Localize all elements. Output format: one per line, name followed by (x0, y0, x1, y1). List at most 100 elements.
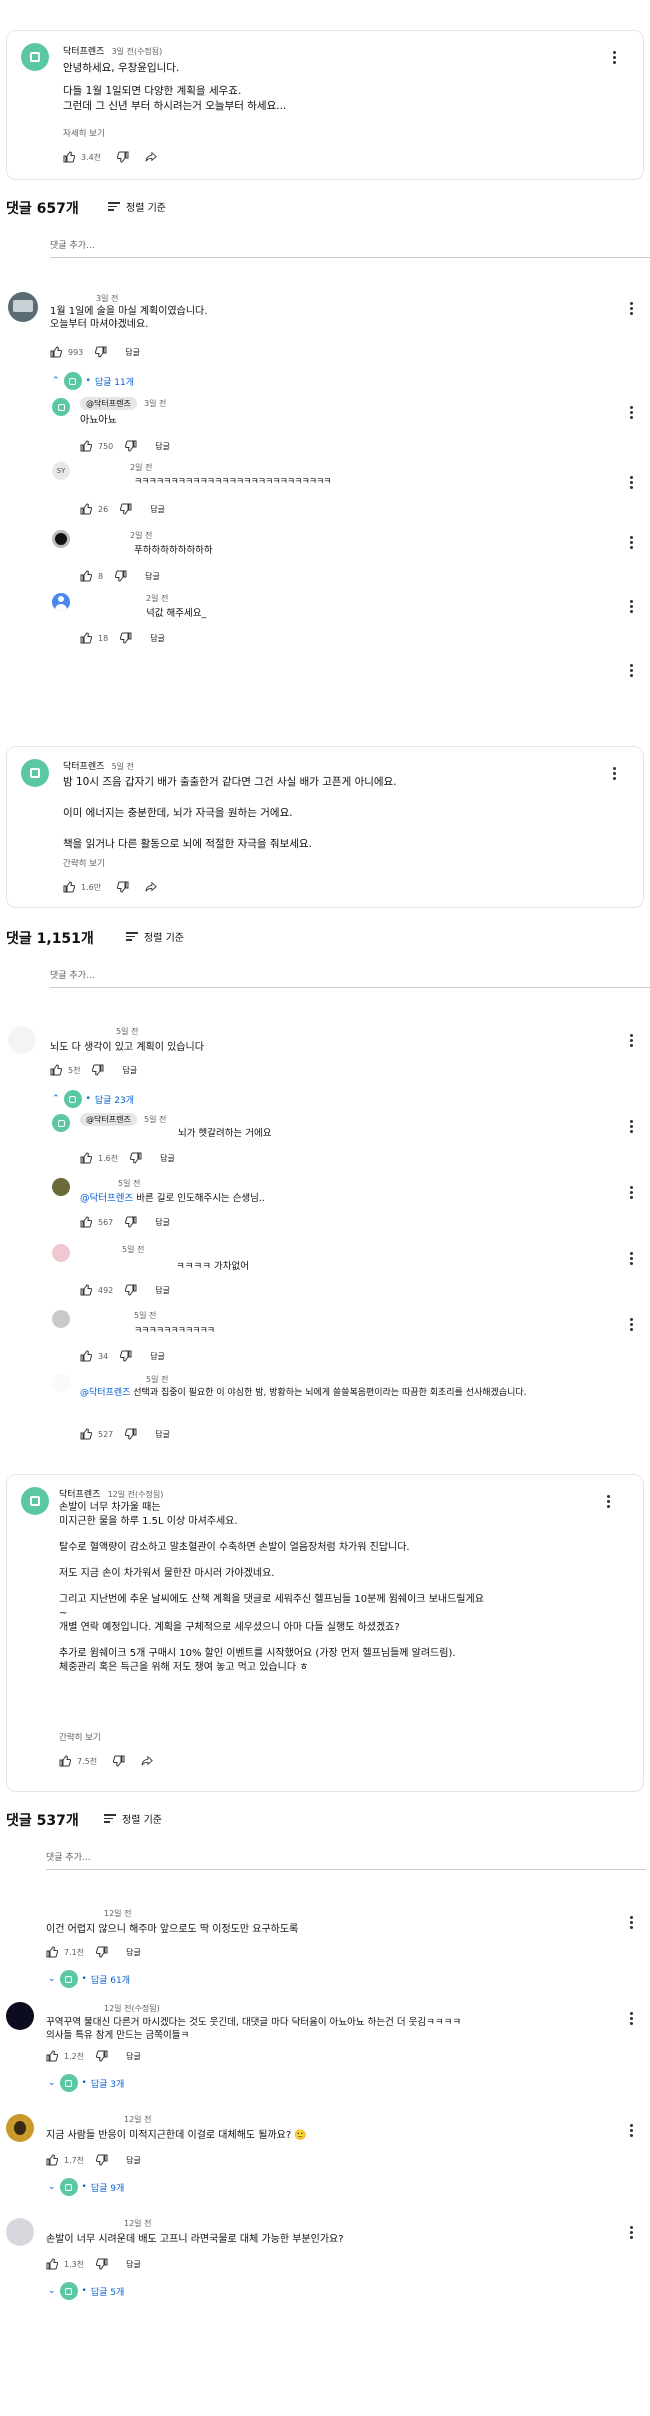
reply-button[interactable]: 답글 (155, 441, 170, 452)
like-icon[interactable] (50, 1064, 63, 1076)
sort-button[interactable]: 정렬 기준 (108, 199, 166, 214)
like-icon[interactable] (46, 2050, 59, 2062)
comment-menu-icon[interactable] (630, 2012, 634, 2025)
like-icon[interactable] (80, 440, 93, 452)
show-less-link[interactable]: 간략히 보기 (63, 857, 105, 869)
like-icon[interactable] (80, 632, 93, 644)
dislike-icon[interactable] (117, 151, 129, 163)
like-icon[interactable] (46, 1946, 59, 1958)
reply-button[interactable]: 답글 (122, 1065, 137, 1076)
sort-button[interactable]: 정렬 기준 (126, 929, 184, 944)
reply-button[interactable]: 답글 (155, 1429, 170, 1440)
dislike-icon[interactable] (125, 1284, 137, 1296)
comment-menu-icon[interactable] (630, 2226, 634, 2239)
reply-button[interactable]: 답글 (155, 1285, 170, 1296)
reply-avatar[interactable] (52, 593, 70, 611)
post-time[interactable]: 3일 전(수정됨) (112, 47, 163, 56)
avatar[interactable] (6, 2218, 34, 2246)
dislike-icon[interactable] (125, 1428, 137, 1440)
sort-button[interactable]: 정렬 기준 (104, 1811, 162, 1826)
avatar[interactable] (8, 1026, 36, 1054)
dislike-icon[interactable] (120, 503, 132, 515)
post-menu-icon[interactable] (613, 51, 617, 64)
post-time[interactable]: 12일 전(수정됨) (108, 1490, 164, 1499)
reply-menu-icon[interactable] (630, 536, 634, 549)
reply-button[interactable]: 답글 (145, 571, 160, 582)
post-author[interactable]: 닥터프렌즈 (63, 762, 104, 772)
share-icon[interactable] (145, 881, 159, 893)
dislike-icon[interactable] (96, 2050, 108, 2062)
like-icon[interactable] (80, 1152, 93, 1164)
dislike-icon[interactable] (92, 1064, 104, 1076)
reply-menu-icon[interactable] (630, 1252, 634, 1265)
dislike-icon[interactable] (115, 570, 127, 582)
reply-avatar[interactable] (52, 1374, 70, 1392)
toggle-replies-button[interactable]: ⌄ • 답글 61개 (48, 1970, 130, 1988)
dislike-icon[interactable] (117, 881, 129, 893)
post-menu-icon[interactable] (613, 767, 617, 780)
like-icon[interactable] (80, 570, 93, 582)
like-icon[interactable] (46, 2154, 59, 2166)
toggle-replies-button[interactable]: ⌄ • 답글 3개 (48, 2074, 124, 2092)
reply-button[interactable]: 답글 (126, 2259, 141, 2270)
channel-avatar[interactable] (21, 1487, 49, 1515)
like-icon[interactable] (80, 503, 93, 515)
reply-avatar[interactable] (52, 530, 70, 548)
avatar[interactable] (6, 2002, 34, 2030)
mention-link[interactable]: @닥터프렌즈 (80, 1193, 133, 1204)
dislike-icon[interactable] (96, 1946, 108, 1958)
reply-menu-icon[interactable] (630, 476, 634, 489)
toggle-replies-button[interactable]: ⌃ • 답글 11개 (52, 372, 134, 390)
post-author[interactable]: 닥터프렌즈 (59, 1490, 100, 1500)
dislike-icon[interactable] (120, 1350, 132, 1362)
like-icon[interactable] (63, 151, 76, 163)
dislike-icon[interactable] (95, 346, 107, 358)
like-icon[interactable] (59, 1755, 72, 1767)
creator-badge[interactable]: @닥터프렌즈 (80, 1113, 137, 1126)
like-icon[interactable] (80, 1428, 93, 1440)
dislike-icon[interactable] (120, 632, 132, 644)
comment-menu-icon[interactable] (630, 1916, 634, 1929)
reply-button[interactable]: 답글 (126, 2155, 141, 2166)
post-time[interactable]: 5일 전 (112, 762, 134, 771)
channel-avatar[interactable] (21, 759, 49, 787)
toggle-replies-button[interactable]: ⌃ • 답글 23개 (52, 1090, 134, 1108)
creator-badge[interactable]: @닥터프렌즈 (80, 397, 137, 410)
dislike-icon[interactable] (125, 1216, 137, 1228)
channel-avatar[interactable] (21, 43, 49, 71)
reply-button[interactable]: 답글 (150, 633, 165, 644)
reply-button[interactable]: 답글 (125, 347, 140, 358)
avatar[interactable] (8, 292, 38, 322)
add-comment-input[interactable]: 댓글 추가... (50, 968, 650, 988)
like-icon[interactable] (80, 1350, 93, 1362)
comment-time[interactable]: 3일 전 (96, 293, 118, 304)
like-icon[interactable] (50, 346, 63, 358)
reply-button[interactable]: 답글 (126, 2051, 141, 2062)
read-more-link[interactable]: 자세히 보기 (63, 127, 105, 139)
reply-avatar[interactable] (52, 1178, 70, 1196)
dislike-icon[interactable] (96, 2258, 108, 2270)
add-comment-input[interactable]: 댓글 추가... (50, 238, 650, 258)
reply-menu-icon[interactable] (630, 1186, 634, 1199)
avatar[interactable] (6, 2114, 34, 2142)
like-icon[interactable] (46, 2258, 59, 2270)
post-author[interactable]: 닥터프렌즈 (63, 47, 104, 57)
reply-avatar[interactable] (52, 1244, 70, 1262)
dislike-icon[interactable] (113, 1755, 125, 1767)
reply-button[interactable]: 답글 (150, 504, 165, 515)
reply-avatar[interactable] (52, 398, 70, 416)
comment-menu-icon[interactable] (630, 302, 634, 315)
like-icon[interactable] (63, 881, 76, 893)
dislike-icon[interactable] (130, 1152, 142, 1164)
reply-menu-icon[interactable] (630, 406, 634, 419)
share-icon[interactable] (141, 1755, 155, 1767)
dislike-icon[interactable] (96, 2154, 108, 2166)
dislike-icon[interactable] (125, 440, 137, 452)
post-menu-icon[interactable] (607, 1495, 611, 1508)
share-icon[interactable] (145, 151, 159, 163)
reply-button[interactable]: 답글 (160, 1153, 175, 1164)
reply-menu-icon[interactable] (630, 1318, 634, 1331)
mention-link[interactable]: @닥터프렌즈 (80, 1388, 130, 1398)
comment-menu-icon[interactable] (630, 1034, 634, 1047)
reply-menu-icon[interactable] (630, 600, 634, 613)
